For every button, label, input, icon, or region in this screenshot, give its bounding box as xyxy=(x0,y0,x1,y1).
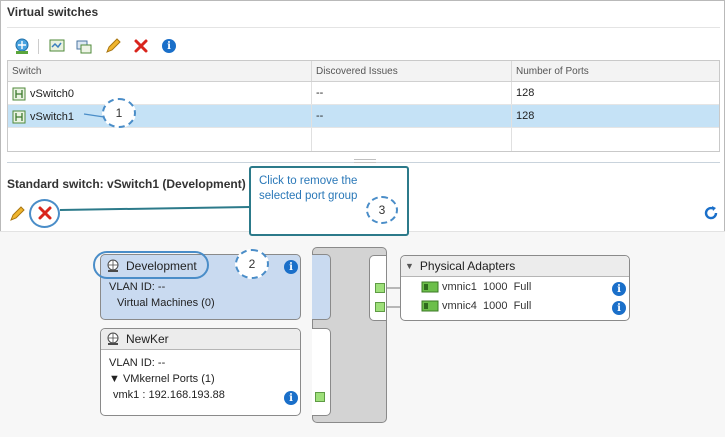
adapter-row[interactable]: vmnic4 1000 Full xyxy=(421,300,531,312)
port-group-vms: Virtual Machines (0) xyxy=(117,297,215,309)
collapse-triangle-icon[interactable]: ▼ xyxy=(405,261,414,271)
vswitch-newker-segment xyxy=(312,328,331,416)
port-group-newker[interactable]: NewKer VLAN ID: -- ▼ VMkernel Ports (1) … xyxy=(100,328,301,416)
physical-adapters-title: Physical Adapters xyxy=(419,259,516,273)
callout-number-2: 2 xyxy=(235,249,269,279)
vmkernel-port-connector xyxy=(315,392,325,402)
adapter-speed: 1000 xyxy=(482,300,508,312)
adapter-duplex: Full xyxy=(513,300,532,312)
physical-adapters-panel: ▼ Physical Adapters vmnic1 1000 Full vmn… xyxy=(400,255,630,321)
port-group-globe-icon xyxy=(107,332,119,345)
port-group-name: NewKer xyxy=(126,332,169,346)
info-icon[interactable]: i xyxy=(284,260,298,274)
nic-icon xyxy=(421,300,439,312)
collapse-triangle-icon[interactable]: ▼ xyxy=(109,373,123,385)
vmkernel-port: vmk1 : 192.168.193.88 xyxy=(113,389,225,401)
uplink-port-connector xyxy=(375,302,385,312)
uplink-port-connector xyxy=(375,283,385,293)
adapter-name: vmnic1 xyxy=(442,281,477,293)
port-group-vlan: VLAN ID: -- xyxy=(109,281,166,293)
adapter-row[interactable]: vmnic1 1000 Full xyxy=(421,281,531,293)
port-group-vlan: VLAN ID: -- xyxy=(109,357,166,369)
callout-number-1: 1 xyxy=(102,98,136,128)
development-highlight xyxy=(93,251,209,279)
vswitch-development-segment xyxy=(312,254,331,320)
info-icon[interactable]: i xyxy=(612,301,626,315)
callout-text: Click to remove the selected port group xyxy=(259,175,358,202)
adapter-name: vmnic4 xyxy=(442,300,477,312)
callout-number-3: 3 xyxy=(366,196,398,224)
port-group-vmkernel: VMkernel Ports (1) xyxy=(122,373,215,385)
adapter-duplex: Full xyxy=(513,281,532,293)
nic-icon xyxy=(421,281,439,293)
info-icon[interactable]: i xyxy=(284,391,298,405)
info-icon[interactable]: i xyxy=(612,282,626,296)
adapter-speed: 1000 xyxy=(482,281,508,293)
